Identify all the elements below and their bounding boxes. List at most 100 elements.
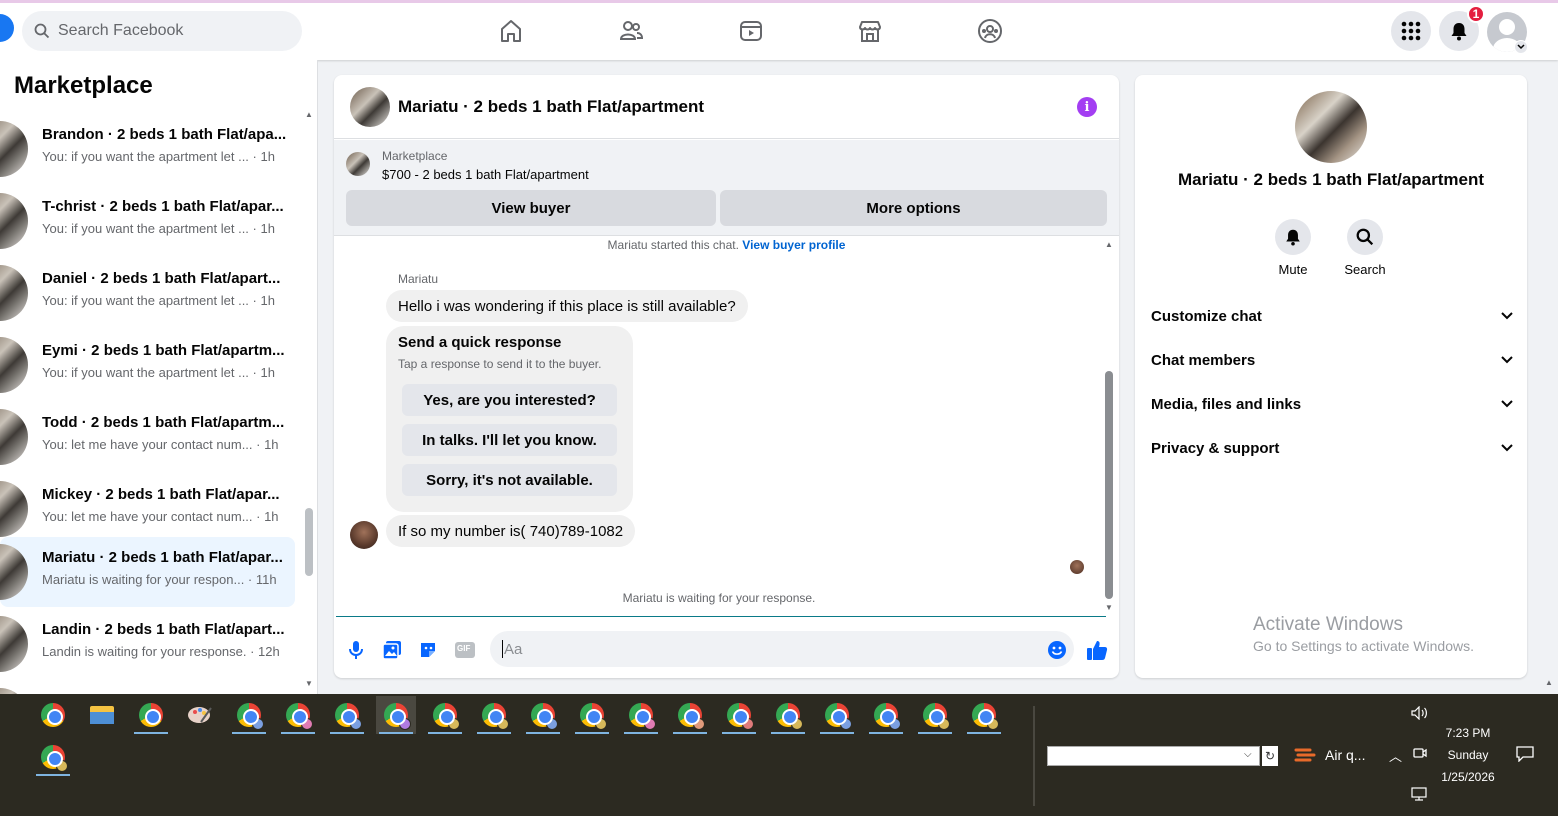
message-input[interactable]: Aa	[490, 631, 1074, 667]
top-navigation-bar: Search Facebook 1	[0, 0, 1558, 60]
scroll-down-arrow[interactable]: ▼	[1105, 603, 1113, 612]
more-options-button[interactable]: More options	[720, 190, 1107, 226]
friends-icon[interactable]	[617, 17, 645, 45]
facebook-logo[interactable]	[0, 14, 14, 42]
chat-scrollbar[interactable]	[1105, 371, 1113, 599]
bell-icon	[1275, 219, 1311, 255]
chat-members-row[interactable]: Chat members	[1151, 348, 1513, 372]
chrome-profile-taskbar-icon[interactable]	[719, 696, 759, 734]
chrome-profile-taskbar-icon[interactable]	[621, 696, 661, 734]
clock-time[interactable]: 7:23 PM	[1430, 726, 1506, 740]
message-input-placeholder: Aa	[504, 640, 523, 658]
taskbar-address-combobox[interactable]	[1047, 746, 1260, 766]
search-input[interactable]: Search Facebook	[58, 22, 183, 40]
listing-photo[interactable]	[1295, 91, 1367, 163]
conversation-item[interactable]: T-christ · 2 beds 1 bath Flat/apar... Yo…	[0, 186, 295, 256]
view-buyer-profile-link[interactable]: View buyer profile	[742, 238, 845, 252]
search-icon	[1347, 219, 1383, 255]
conversation-item[interactable]	[0, 681, 295, 694]
conversation-item[interactable]: Landin · 2 beds 1 bath Flat/apart... Lan…	[0, 609, 295, 679]
chevron-down-icon[interactable]: ⌵	[1244, 749, 1252, 760]
info-icon[interactable]: i	[1077, 97, 1097, 117]
chrome-profile-taskbar-icon[interactable]	[523, 696, 563, 734]
chrome-profile-taskbar-icon[interactable]	[768, 696, 808, 734]
listing-thumbnail[interactable]	[350, 87, 390, 127]
chrome-profile-taskbar-icon[interactable]	[964, 696, 1004, 734]
sidebar-scrollbar[interactable]	[305, 508, 313, 576]
chrome-profile-taskbar-icon[interactable]	[327, 696, 367, 734]
privacy-support-row[interactable]: Privacy & support	[1151, 436, 1513, 460]
conversation-name: Mickey · 2 beds 1 bath Flat/apar...	[42, 486, 280, 503]
meet-now-icon[interactable]	[1413, 746, 1427, 763]
conversation-item-active[interactable]: Mariatu · 2 beds 1 bath Flat/apar... Mar…	[0, 537, 295, 607]
microphone-icon[interactable]	[345, 639, 367, 661]
activate-windows-watermark: Activate Windows Go to Settings to activ…	[1253, 614, 1474, 654]
emoji-icon[interactable]	[1046, 639, 1068, 661]
chrome-profile-taskbar-icon[interactable]	[670, 696, 710, 734]
chrome-profile-taskbar-icon[interactable]	[474, 696, 514, 734]
menu-grid-button[interactable]	[1391, 11, 1431, 51]
gif-icon[interactable]: GIF	[453, 639, 477, 661]
conversation-item[interactable]: Todd · 2 beds 1 bath Flat/apartm... You:…	[0, 402, 295, 472]
scroll-up-arrow[interactable]: ▲	[305, 110, 313, 119]
photo-icon[interactable]	[381, 639, 403, 661]
air-quality-label[interactable]: Air q...	[1325, 747, 1365, 763]
like-icon[interactable]	[1086, 639, 1108, 661]
conversation-preview: You: let me have your contact num... · 1…	[42, 437, 279, 452]
chrome-profile-taskbar-icon[interactable]	[572, 696, 612, 734]
quick-response-option[interactable]: In talks. I'll let you know.	[402, 424, 617, 456]
chrome-profile-taskbar-icon[interactable]	[915, 696, 955, 734]
chevron-down-icon[interactable]	[1514, 40, 1528, 54]
notifications-button[interactable]: 1	[1439, 5, 1485, 51]
conversation-item[interactable]: Daniel · 2 beds 1 bath Flat/apart... You…	[0, 258, 295, 328]
conversation-item[interactable]: Mickey · 2 beds 1 bath Flat/apar... You:…	[0, 474, 295, 544]
sender-avatar[interactable]	[350, 521, 378, 549]
search-bar[interactable]: Search Facebook	[22, 11, 302, 51]
conversation-preview: Landin is waiting for your response. · 1…	[42, 644, 280, 659]
volume-icon[interactable]	[1411, 705, 1429, 723]
marketplace-icon[interactable]	[856, 17, 884, 45]
chrome-taskbar-icon[interactable]	[131, 696, 171, 734]
chrome-profile-taskbar-icon[interactable]	[866, 696, 906, 734]
chrome-profile-taskbar-icon[interactable]	[425, 696, 465, 734]
message-bubble: If so my number is( 740)789-1082	[386, 515, 636, 547]
chevron-up-icon[interactable]: ︿	[1389, 746, 1402, 765]
file-explorer-icon[interactable]	[82, 696, 122, 734]
quick-response-option[interactable]: Sorry, it's not available.	[402, 464, 617, 496]
mute-button[interactable]: Mute	[1263, 219, 1323, 277]
conversation-item[interactable]: Eymi · 2 beds 1 bath Flat/apartm... You:…	[0, 330, 295, 400]
scroll-down-arrow[interactable]: ▼	[305, 679, 313, 688]
conversation-preview: You: if you want the apartment let ... ·…	[42, 293, 275, 308]
page-scroll-arrow[interactable]: ▲	[1545, 678, 1553, 687]
clock-date[interactable]: 1/25/2026	[1430, 770, 1506, 784]
sticker-icon[interactable]	[417, 639, 439, 661]
chrome-profile-taskbar-icon[interactable]	[229, 696, 269, 734]
listing-thumbnail	[346, 152, 370, 176]
chrome-profile-taskbar-icon[interactable]	[817, 696, 857, 734]
view-buyer-button[interactable]: View buyer	[346, 190, 716, 226]
action-center-icon[interactable]	[1516, 746, 1534, 765]
chrome-profile-taskbar-icon-active[interactable]	[376, 696, 416, 734]
chat-title[interactable]: Mariatu · 2 beds 1 bath Flat/apartment	[398, 97, 704, 117]
conversation-preview: You: if you want the apartment let ... ·…	[42, 221, 275, 236]
media-files-links-row[interactable]: Media, files and links	[1151, 392, 1513, 416]
customize-chat-row[interactable]: Customize chat	[1151, 304, 1513, 328]
groups-icon[interactable]	[976, 17, 1004, 45]
clock-day[interactable]: Sunday	[1430, 748, 1506, 762]
home-icon[interactable]	[497, 17, 525, 45]
chrome-profile-taskbar-icon[interactable]	[278, 696, 318, 734]
search-in-chat-button[interactable]: Search	[1335, 219, 1395, 277]
refresh-icon[interactable]: ↻	[1262, 746, 1278, 766]
paint-app-icon[interactable]	[180, 696, 220, 734]
listing-thumbnail	[0, 481, 28, 537]
gif-label: GIF	[457, 644, 471, 653]
conversation-item[interactable]: Brandon · 2 beds 1 bath Flat/apa... You:…	[0, 114, 295, 184]
chrome-profile-taskbar-icon[interactable]	[33, 738, 73, 776]
network-icon[interactable]	[1411, 787, 1427, 804]
video-icon[interactable]	[737, 17, 765, 45]
listing-thumbnail	[0, 409, 28, 465]
air-quality-icon[interactable]	[1294, 744, 1316, 766]
scroll-up-arrow[interactable]: ▲	[1105, 240, 1113, 249]
chrome-taskbar-icon[interactable]	[33, 696, 73, 734]
quick-response-option[interactable]: Yes, are you interested?	[402, 384, 617, 416]
